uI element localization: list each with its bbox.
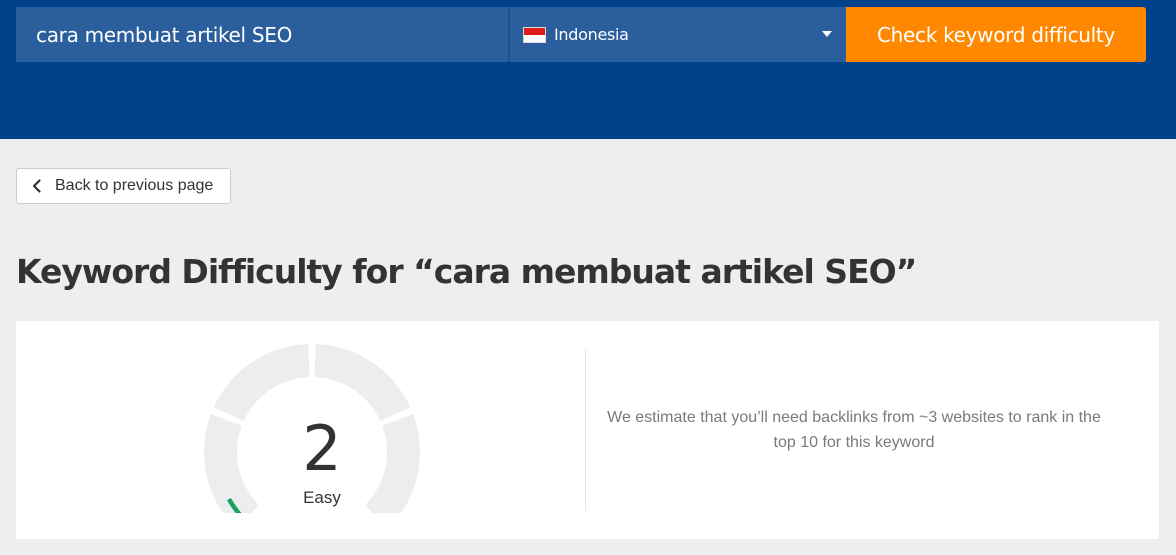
difficulty-level: Easy [303, 488, 341, 507]
check-keyword-difficulty-button[interactable]: Check keyword difficulty [846, 7, 1146, 62]
indonesia-flag-icon [523, 26, 546, 43]
country-select[interactable]: Indonesia [508, 7, 846, 62]
difficulty-score: 2 [302, 412, 342, 485]
page-title: Keyword Difficulty for “cara membuat art… [16, 252, 917, 291]
keyword-input[interactable] [16, 7, 508, 62]
gauge-segment [314, 344, 411, 421]
difficulty-result-card: 2 Easy We estimate that you’ll need back… [16, 321, 1159, 539]
country-label: Indonesia [554, 25, 629, 44]
chevron-left-icon [32, 179, 41, 193]
gauge-segment [213, 344, 310, 421]
back-button-label: Back to previous page [55, 177, 214, 194]
back-button[interactable]: Back to previous page [16, 168, 231, 204]
keyword-search-form: Indonesia Check keyword difficulty [16, 7, 1146, 62]
backlink-estimate: We estimate that you’ll need backlinks f… [607, 409, 1101, 451]
card-divider [585, 349, 586, 511]
caret-down-icon [822, 31, 832, 37]
